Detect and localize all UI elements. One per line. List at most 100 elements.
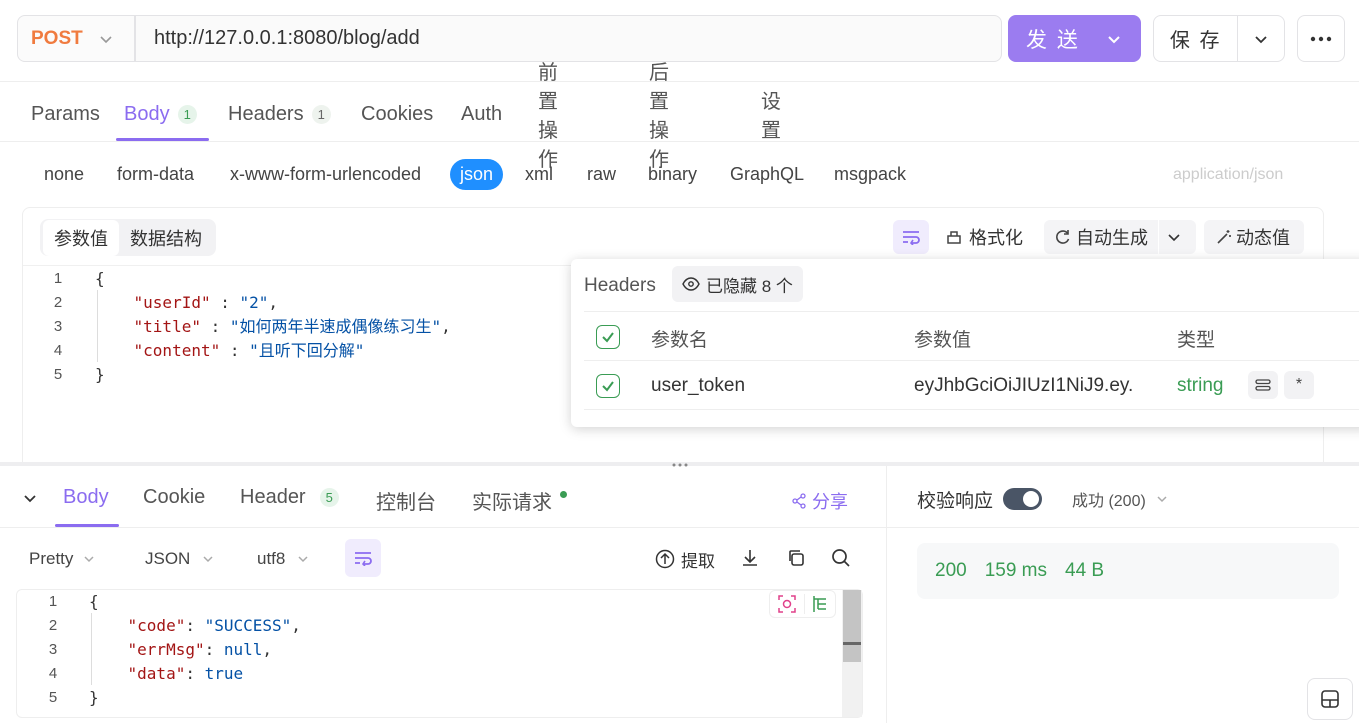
tab-pre-actions[interactable]: 前置操作 bbox=[538, 56, 558, 172]
format-icon bbox=[945, 228, 963, 246]
extract-button[interactable]: 提取 bbox=[655, 547, 715, 571]
tab-label: Cookies bbox=[361, 102, 434, 125]
code-value: "如何两年半速成偶像练习生" bbox=[229, 317, 442, 336]
autogen-button[interactable]: 自动生成 bbox=[1044, 220, 1196, 254]
body-type-urlencoded[interactable]: x-www-form-urlencoded bbox=[220, 160, 431, 189]
status-select[interactable]: 成功 (200) bbox=[1072, 487, 1168, 511]
headers-popup: Headers 已隐藏 8 个 参数名 参数值 类型 user_token ey… bbox=[571, 259, 1359, 427]
dynamic-value-button[interactable]: 动态值 bbox=[1204, 220, 1304, 254]
line-number: 5 bbox=[53, 366, 63, 383]
line-number: 2 bbox=[48, 617, 58, 634]
response-tab-cookie[interactable]: Cookie bbox=[143, 486, 205, 509]
required-asterisk-icon[interactable]: * bbox=[1284, 371, 1314, 399]
structure-icon[interactable] bbox=[805, 591, 835, 617]
tab-settings[interactable]: 设置 bbox=[761, 85, 781, 143]
copy-icon[interactable] bbox=[785, 547, 807, 569]
hidden-label: 已隐藏 8 个 bbox=[706, 276, 793, 296]
response-code[interactable]: { "code": "SUCCESS", "errMsg": null, "da… bbox=[89, 590, 301, 710]
segment-param-values[interactable]: 参数值 bbox=[43, 219, 119, 256]
ai-icon[interactable] bbox=[770, 591, 804, 617]
code-key: "title" bbox=[133, 317, 201, 336]
body-type-raw[interactable]: raw bbox=[577, 160, 626, 189]
chevron-down-icon[interactable] bbox=[1106, 31, 1122, 47]
body-type-binary[interactable]: binary bbox=[638, 160, 707, 189]
validate-label: 校验响应 bbox=[917, 490, 994, 512]
body-type-graphql[interactable]: GraphQL bbox=[720, 160, 814, 189]
code-value: "2" bbox=[239, 293, 269, 312]
send-button[interactable]: 发 送 bbox=[1008, 15, 1141, 62]
send-label: 发 送 bbox=[1026, 28, 1080, 52]
header-value[interactable]: eyJhbGciOiJIUzI1NiJ9.ey. bbox=[914, 375, 1133, 397]
validate-toggle[interactable] bbox=[1003, 488, 1043, 510]
magic-wand-icon bbox=[1216, 229, 1232, 245]
col-type-header: 类型 bbox=[1177, 330, 1216, 351]
response-tab-body[interactable]: Body bbox=[63, 486, 109, 509]
layout-toggle-icon[interactable] bbox=[1307, 678, 1353, 720]
settings-toggle-icon[interactable] bbox=[1248, 371, 1278, 399]
tab-body[interactable]: Body 1 bbox=[124, 103, 197, 126]
tab-post-actions[interactable]: 后置操作 bbox=[649, 56, 669, 172]
hidden-headers-toggle[interactable]: 已隐藏 8 个 bbox=[672, 266, 803, 302]
request-code[interactable]: { "userId" : "2", "title" : "如何两年半速成偶像练习… bbox=[95, 267, 451, 387]
response-header-badge: 5 bbox=[319, 488, 339, 507]
headers-popup-title: Headers bbox=[584, 275, 656, 296]
wrap-icon[interactable] bbox=[893, 220, 929, 254]
method-select[interactable]: POST bbox=[17, 15, 135, 62]
response-tab-console[interactable]: 控制台 bbox=[376, 486, 436, 515]
header-type[interactable]: string bbox=[1177, 375, 1223, 397]
format-select[interactable]: Pretty bbox=[29, 547, 95, 571]
encoding-select-label: utf8 bbox=[257, 549, 286, 568]
header-name[interactable]: user_token bbox=[651, 375, 745, 397]
line-number: 4 bbox=[53, 342, 63, 359]
autogen-label: 自动生成 bbox=[1076, 228, 1148, 248]
url-text: http://127.0.0.1:8080/blog/add bbox=[154, 27, 420, 49]
body-type-form-data[interactable]: form-data bbox=[107, 160, 204, 189]
chevron-down-icon bbox=[202, 553, 214, 565]
tab-params[interactable]: Params bbox=[31, 103, 100, 126]
response-scrollbar-thumb[interactable] bbox=[843, 590, 861, 662]
code-value: "且听下回分解" bbox=[249, 341, 365, 360]
body-type-xml[interactable]: xml bbox=[515, 160, 563, 189]
chevron-down-icon bbox=[83, 553, 95, 565]
response-size: 44 B bbox=[1065, 560, 1105, 581]
method-label: POST bbox=[31, 27, 83, 49]
url-input[interactable]: http://127.0.0.1:8080/blog/add bbox=[135, 15, 1002, 62]
more-icon[interactable] bbox=[1297, 15, 1345, 62]
body-badge: 1 bbox=[177, 104, 197, 124]
code-brace: } bbox=[89, 688, 99, 707]
response-tab-actual-request[interactable]: 实际请求 bbox=[472, 486, 567, 515]
tab-label: Params bbox=[31, 102, 100, 125]
chevron-down-icon[interactable] bbox=[1167, 230, 1181, 244]
request-line-numbers: 1 2 3 4 5 bbox=[38, 267, 78, 387]
response-line-numbers: 1 2 3 4 5 bbox=[33, 590, 73, 710]
encoding-select[interactable]: utf8 bbox=[257, 547, 309, 571]
splitter-handle-icon[interactable] bbox=[670, 460, 690, 470]
search-icon[interactable] bbox=[830, 547, 852, 569]
language-select[interactable]: JSON bbox=[145, 547, 214, 571]
response-tabs: Body Cookie Header 5 控制台 实际请求 分享 bbox=[0, 486, 886, 516]
tab-label: Header bbox=[240, 486, 306, 508]
wrap-icon[interactable] bbox=[345, 539, 381, 577]
chevron-down-icon[interactable] bbox=[1238, 31, 1284, 47]
line-number: 3 bbox=[53, 318, 63, 335]
tab-auth[interactable]: Auth bbox=[461, 103, 502, 126]
format-button[interactable]: 格式化 bbox=[945, 222, 1023, 252]
response-tab-header[interactable]: Header 5 bbox=[240, 486, 339, 509]
body-type-none[interactable]: none bbox=[34, 160, 94, 189]
tab-cookies[interactable]: Cookies bbox=[361, 103, 433, 126]
checkbox-checked-icon[interactable] bbox=[596, 325, 620, 349]
share-button[interactable]: 分享 bbox=[791, 488, 848, 514]
status-select-label: 成功 (200) bbox=[1072, 493, 1146, 510]
body-type-json[interactable]: json bbox=[450, 159, 504, 190]
col-value-header: 参数值 bbox=[914, 330, 972, 351]
tab-headers[interactable]: Headers 1 bbox=[228, 103, 331, 126]
checkbox-checked-icon[interactable] bbox=[596, 374, 620, 398]
segment-schema[interactable]: 数据结构 bbox=[119, 220, 213, 256]
tab-label: 设置 bbox=[761, 91, 781, 142]
extract-label: 提取 bbox=[681, 551, 715, 571]
code-key: "code" bbox=[127, 616, 186, 635]
save-button[interactable]: 保 存 bbox=[1153, 15, 1285, 62]
language-select-label: JSON bbox=[145, 549, 191, 568]
body-type-msgpack[interactable]: msgpack bbox=[824, 160, 916, 189]
download-icon[interactable] bbox=[739, 547, 761, 569]
